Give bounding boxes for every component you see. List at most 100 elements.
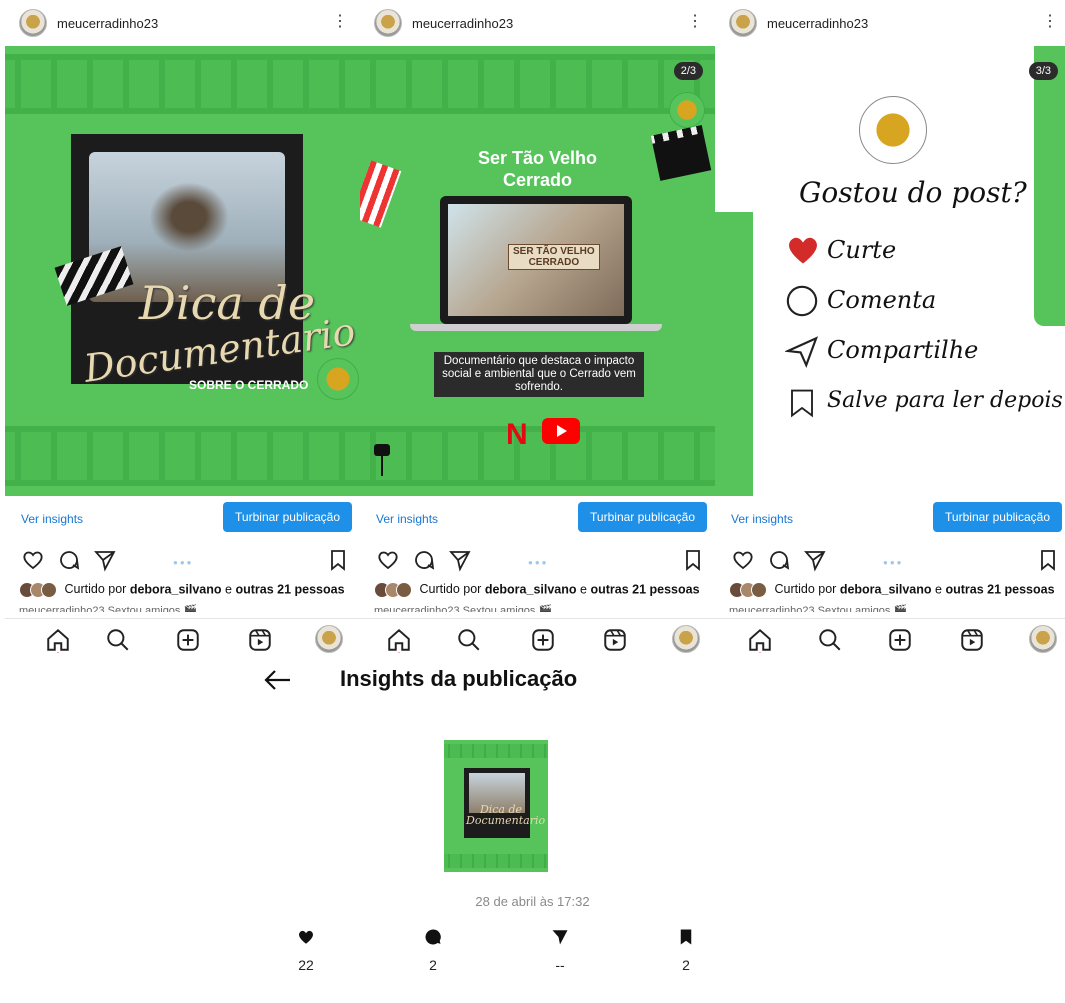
liker-avatar bbox=[41, 582, 57, 598]
avatar[interactable] bbox=[19, 9, 47, 37]
insights-bar: Ver insights Turbinar publicação bbox=[360, 500, 715, 534]
liked-user[interactable]: debora_silvano bbox=[840, 582, 932, 596]
more-options-icon[interactable]: ⋮ bbox=[332, 14, 348, 30]
comment-icon bbox=[786, 285, 818, 317]
share-icon bbox=[785, 336, 819, 368]
thumb-text: Dica de Documentario bbox=[466, 803, 546, 827]
logo bbox=[859, 96, 927, 164]
film-strip bbox=[360, 54, 715, 114]
bookmark-icon[interactable] bbox=[326, 548, 350, 572]
post-screen-2: meucerradinho23 ⋮ 2/3 Ser Tão Velho Cerr… bbox=[360, 0, 715, 670]
create-icon[interactable] bbox=[530, 627, 556, 653]
carousel-dots: ●●● bbox=[883, 558, 904, 567]
liked-others[interactable]: outras 21 pessoas bbox=[590, 582, 699, 596]
profile-avatar[interactable] bbox=[1029, 625, 1057, 653]
post-image[interactable]: Dica de Documentario SOBRE O CERRADO bbox=[5, 46, 360, 496]
cta-question: Gostou do post? bbox=[799, 176, 1027, 209]
post-caption[interactable]: meucerradinho23 Sextou amigos 🎬 bbox=[729, 604, 907, 612]
create-icon[interactable] bbox=[175, 627, 201, 653]
insights-bar: Ver insights Turbinar publicação bbox=[715, 500, 1065, 534]
profile-avatar[interactable] bbox=[315, 625, 343, 653]
film-strip bbox=[360, 426, 715, 486]
heart-icon bbox=[789, 237, 817, 264]
carousel-counter: 3/3 bbox=[1028, 62, 1058, 80]
liked-others[interactable]: outras 21 pessoas bbox=[235, 582, 344, 596]
share-icon[interactable] bbox=[803, 548, 827, 572]
stat-value: 22 bbox=[298, 957, 314, 973]
search-icon[interactable] bbox=[105, 627, 131, 653]
liked-prefix: Curtido por bbox=[774, 582, 837, 597]
liked-mid: e bbox=[225, 582, 232, 597]
share-icon[interactable] bbox=[93, 548, 117, 572]
search-icon[interactable] bbox=[817, 627, 843, 653]
stat-likes: 22 bbox=[286, 928, 326, 973]
laptop-base bbox=[410, 324, 662, 331]
logo bbox=[669, 92, 705, 128]
liked-user[interactable]: debora_silvano bbox=[130, 582, 222, 596]
liked-prefix: Curtido por bbox=[419, 582, 482, 597]
stat-comments: 2 bbox=[413, 928, 453, 973]
likes-summary[interactable]: Curtido por debora_silvano e outras 21 p… bbox=[19, 582, 345, 598]
stat-value: 2 bbox=[429, 957, 437, 973]
post-image[interactable]: 3/3 Gostou do post? Curte Comenta Compar… bbox=[715, 46, 1065, 496]
bookmark-icon[interactable] bbox=[681, 548, 705, 572]
username[interactable]: meucerradinho23 bbox=[57, 16, 158, 31]
stat-saves: 2 bbox=[666, 928, 706, 973]
create-icon[interactable] bbox=[887, 627, 913, 653]
more-options-icon[interactable]: ⋮ bbox=[1042, 14, 1058, 30]
action-bar: ●●● bbox=[5, 548, 360, 578]
liked-user[interactable]: debora_silvano bbox=[485, 582, 577, 596]
view-insights-link[interactable]: Ver insights bbox=[731, 512, 793, 526]
stat-shares: -- bbox=[540, 928, 580, 973]
post-caption[interactable]: meucerradinho23 Sextou amigos 🎬 bbox=[19, 604, 197, 612]
cta-share: Compartilhe bbox=[827, 336, 979, 364]
search-icon[interactable] bbox=[456, 627, 482, 653]
profile-avatar[interactable] bbox=[672, 625, 700, 653]
liked-mid: e bbox=[935, 582, 942, 597]
post-date: 28 de abril às 17:32 bbox=[475, 894, 590, 909]
boost-button[interactable]: Turbinar publicação bbox=[933, 502, 1062, 532]
liked-mid: e bbox=[580, 582, 587, 597]
home-icon[interactable] bbox=[386, 627, 412, 653]
likes-summary[interactable]: Curtido por debora_silvano e outras 21 p… bbox=[729, 582, 1055, 598]
carousel-dots: ●●● bbox=[528, 558, 549, 567]
username[interactable]: meucerradinho23 bbox=[412, 16, 513, 31]
back-arrow-icon[interactable] bbox=[262, 666, 292, 694]
liker-avatar bbox=[751, 582, 767, 598]
insights-header: Insights da publicação bbox=[0, 662, 1065, 702]
home-icon[interactable] bbox=[747, 627, 773, 653]
heart-icon[interactable] bbox=[376, 548, 400, 572]
view-insights-link[interactable]: Ver insights bbox=[376, 512, 438, 526]
heart-icon[interactable] bbox=[731, 548, 755, 572]
bookmark-icon bbox=[791, 389, 813, 418]
comment-icon[interactable] bbox=[57, 548, 81, 572]
share-icon[interactable] bbox=[448, 548, 472, 572]
heart-icon[interactable] bbox=[21, 548, 45, 572]
reels-icon[interactable] bbox=[602, 627, 628, 653]
carousel-dots: ●●● bbox=[173, 558, 194, 567]
liker-avatar bbox=[396, 582, 412, 598]
post-caption[interactable]: meucerradinho23 Sextou amigos 🎬 bbox=[374, 604, 552, 612]
page-title: Insights da publicação bbox=[340, 666, 578, 691]
liked-others[interactable]: outras 21 pessoas bbox=[945, 582, 1054, 596]
slide-title-1: Ser Tão Velho bbox=[477, 148, 598, 168]
avatar[interactable] bbox=[729, 9, 757, 37]
likes-summary[interactable]: Curtido por debora_silvano e outras 21 p… bbox=[374, 582, 700, 598]
reels-icon[interactable] bbox=[959, 627, 985, 653]
poster-title-2: CERRADO bbox=[528, 257, 580, 268]
post-image[interactable]: 2/3 Ser Tão Velho Cerrado SER TÃO VELHO … bbox=[360, 46, 715, 496]
view-insights-link[interactable]: Ver insights bbox=[21, 512, 83, 526]
comment-icon[interactable] bbox=[412, 548, 436, 572]
bookmark-icon[interactable] bbox=[1036, 548, 1060, 572]
home-icon[interactable] bbox=[45, 627, 71, 653]
avatar[interactable] bbox=[374, 9, 402, 37]
reels-icon[interactable] bbox=[247, 627, 273, 653]
boost-button[interactable]: Turbinar publicação bbox=[223, 502, 352, 532]
username[interactable]: meucerradinho23 bbox=[767, 16, 868, 31]
comment-icon[interactable] bbox=[767, 548, 791, 572]
stat-value: -- bbox=[555, 957, 565, 973]
slide-title-2: Cerrado bbox=[502, 170, 573, 190]
more-options-icon[interactable]: ⋮ bbox=[687, 14, 703, 30]
slide-edge-right bbox=[1034, 46, 1065, 326]
boost-button[interactable]: Turbinar publicação bbox=[578, 502, 707, 532]
